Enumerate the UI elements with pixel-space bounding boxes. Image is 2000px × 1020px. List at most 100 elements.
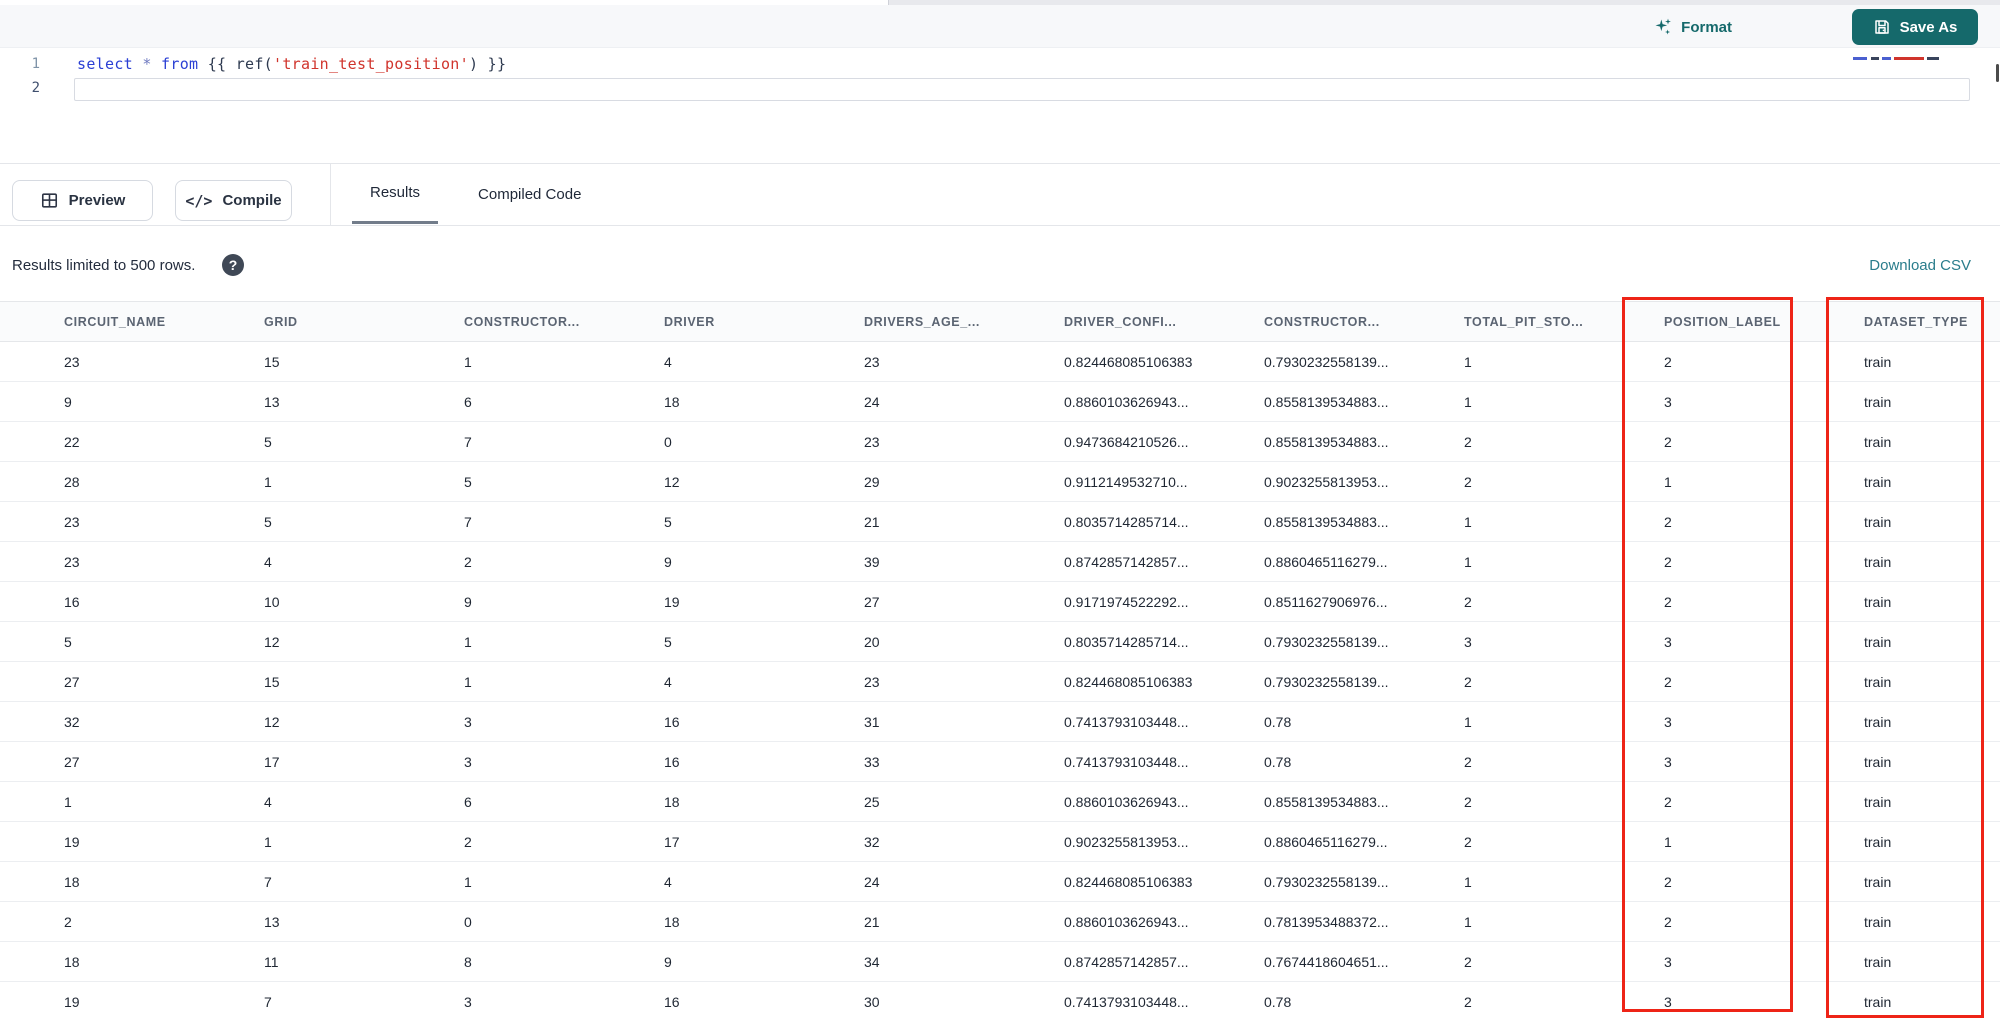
- table-cell: 27: [64, 673, 80, 690]
- table-cell: 21: [864, 913, 880, 930]
- table-cell: train: [1864, 593, 1892, 610]
- table-cell: 27: [864, 593, 880, 610]
- table-cell: 9: [664, 953, 672, 970]
- table-cell: 1: [1464, 913, 1472, 930]
- table-cell: 3: [464, 713, 472, 730]
- table-cell: 32: [64, 713, 80, 730]
- table-cell: 39: [864, 553, 880, 570]
- code-line-1[interactable]: select * from {{ ref('train_test_positio…: [77, 55, 506, 73]
- table-cell: 15: [264, 353, 280, 370]
- save-as-button[interactable]: Save As: [1852, 9, 1978, 45]
- table-cell: 19: [664, 593, 680, 610]
- table-cell: 1: [1464, 393, 1472, 410]
- table-cell: 0.824468085106383: [1064, 673, 1193, 690]
- column-header: CONSTRUCTOR...: [464, 314, 580, 329]
- table-cell: 2: [464, 833, 472, 850]
- table-cell: 3: [1664, 393, 1672, 410]
- table-cell: 0.8558139534883...: [1264, 513, 1389, 530]
- tab-results[interactable]: Results: [352, 164, 439, 224]
- code-token: 'train_test_position': [273, 55, 469, 73]
- table-cell: 5: [64, 633, 72, 650]
- table-cell: 9: [664, 553, 672, 570]
- table-header-row: CIRCUIT_NAME GRID CONSTRUCTOR... DRIVER DRIV…: [0, 301, 2000, 342]
- table-cell: 1: [464, 353, 472, 370]
- table-cell: 2: [1664, 673, 1672, 690]
- table-cell: 17: [664, 833, 680, 850]
- table-cell: 8: [464, 953, 472, 970]
- compile-label: Compile: [222, 192, 282, 209]
- table-cell: 2: [1464, 753, 1472, 770]
- actions-row: Preview </> Compile Results Compiled Cod…: [0, 163, 2000, 226]
- table-cell: 15: [264, 673, 280, 690]
- table-cell: 0.8860103626943...: [1064, 393, 1189, 410]
- code-editor[interactable]: 1 2 select * from {{ ref('train_test_pos…: [0, 48, 2000, 163]
- table-row: 1 4 6 18 25 0.8860103626943... 0.8558139534883…: [0, 782, 2000, 822]
- table-cell: 23: [864, 433, 880, 450]
- table-cell: 0.7930232558139...: [1264, 353, 1389, 370]
- table-row: 27 17 3 16 33 0.7413793103448... 0.78 2 3 train: [0, 742, 2000, 782]
- results-tabs: Results Compiled Code: [352, 164, 599, 224]
- table-cell: train: [1864, 673, 1892, 690]
- table-cell: 6: [464, 793, 472, 810]
- table-cell: train: [1864, 393, 1892, 410]
- table-cell: 0.7930232558139...: [1264, 673, 1389, 690]
- table-cell: 18: [64, 953, 80, 970]
- table-cell: 1: [1464, 553, 1472, 570]
- table-cell: 12: [264, 713, 280, 730]
- column-header: CONSTRUCTOR...: [1264, 314, 1380, 329]
- table-cell: train: [1864, 793, 1892, 810]
- table-cell: 0.78: [1264, 753, 1292, 770]
- table-cell: 1: [1464, 513, 1472, 530]
- table-cell: 0.78: [1264, 993, 1292, 1010]
- table-cell: 18: [64, 873, 80, 890]
- table-cell: 20: [864, 633, 880, 650]
- code-token: {{: [198, 55, 236, 73]
- table-cell: 7: [464, 433, 472, 450]
- table-cell: 28: [64, 473, 80, 490]
- table-cell: 18: [664, 393, 680, 410]
- table-cell: 0.8558139534883...: [1264, 393, 1389, 410]
- table-cell: 2: [1464, 993, 1472, 1010]
- tab-compiled-code[interactable]: Compiled Code: [460, 164, 599, 224]
- table-cell: train: [1864, 873, 1892, 890]
- format-button[interactable]: Format: [1653, 12, 1732, 42]
- scrollbar-thumb[interactable]: [1996, 64, 1999, 82]
- table-cell: 0.7813953488372...: [1264, 913, 1389, 930]
- table-cell: 21: [864, 513, 880, 530]
- table-cell: train: [1864, 513, 1892, 530]
- table-cell: 2: [64, 913, 72, 930]
- table-cell: 16: [664, 713, 680, 730]
- table-cell: 0.7930232558139...: [1264, 873, 1389, 890]
- table-body: 23 15 1 4 23 0.824468085106383 0.7930232558139…: [0, 342, 2000, 1020]
- column-header: POSITION_LABEL: [1664, 314, 1781, 329]
- table-row: 23 4 2 9 39 0.8742857142857... 0.8860465116279…: [0, 542, 2000, 582]
- table-icon: [40, 191, 59, 210]
- table-cell: 0.8742857142857...: [1064, 553, 1189, 570]
- table-cell: 0.9112149532710...: [1064, 473, 1188, 490]
- table-cell: 4: [664, 353, 672, 370]
- table-cell: 32: [864, 833, 880, 850]
- table-cell: 9: [64, 393, 72, 410]
- line-number: 2: [31, 80, 40, 96]
- code-token: *: [142, 55, 152, 73]
- table-cell: 0.8035714285714...: [1064, 633, 1189, 650]
- preview-button[interactable]: Preview: [12, 180, 153, 221]
- table-cell: 13: [264, 393, 280, 410]
- table-cell: 0.8558139534883...: [1264, 793, 1389, 810]
- code-token: select: [77, 55, 133, 73]
- table-cell: 2: [1464, 833, 1472, 850]
- table-cell: train: [1864, 433, 1892, 450]
- table-cell: 7: [264, 993, 272, 1010]
- table-row: 5 12 1 5 20 0.8035714285714... 0.7930232558139…: [0, 622, 2000, 662]
- table-cell: train: [1864, 833, 1892, 850]
- download-csv-link[interactable]: Download CSV: [1869, 257, 1971, 274]
- table-cell: 27: [64, 753, 80, 770]
- question-mark-icon[interactable]: ?: [222, 254, 244, 276]
- table-cell: 3: [464, 753, 472, 770]
- compile-button[interactable]: </> Compile: [175, 180, 292, 221]
- table-row: 27 15 1 4 23 0.824468085106383 0.7930232558139…: [0, 662, 2000, 702]
- column-header: DRIVER_CONFI...: [1064, 314, 1177, 329]
- table-cell: 0.8035714285714...: [1064, 513, 1189, 530]
